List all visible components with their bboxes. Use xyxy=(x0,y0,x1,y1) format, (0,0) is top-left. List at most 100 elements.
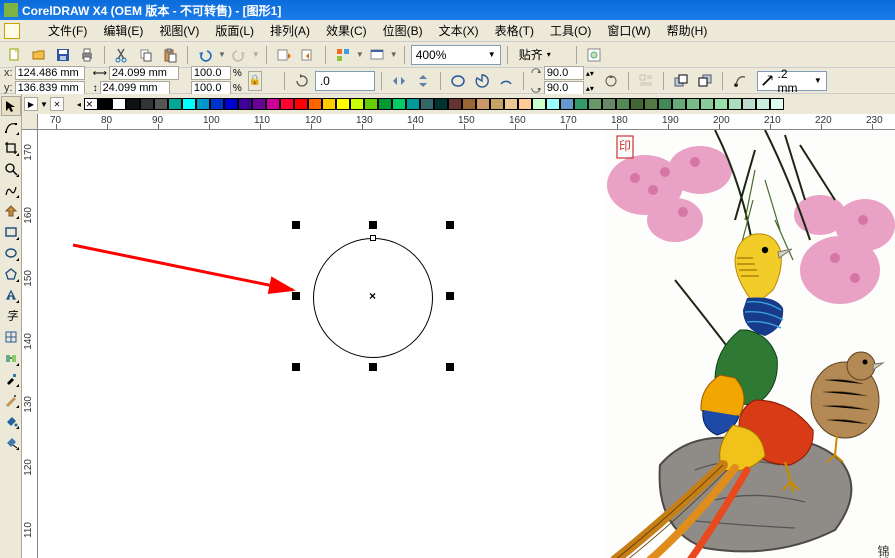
ellipse-tool[interactable] xyxy=(1,243,21,263)
spinner[interactable]: ▴▾ xyxy=(586,69,594,78)
ruler-vertical[interactable]: 110120130140150160170 xyxy=(22,130,38,558)
welcome-button[interactable] xyxy=(366,44,388,66)
redo-dropdown[interactable]: ▼ xyxy=(252,50,260,59)
polygon-tool[interactable] xyxy=(1,264,21,284)
selection-handle-se[interactable] xyxy=(446,363,454,371)
x-position-input[interactable]: 124.486 mm xyxy=(15,66,85,80)
swatch-color[interactable] xyxy=(644,98,658,110)
swatch-color[interactable] xyxy=(546,98,560,110)
ellipse-node[interactable] xyxy=(370,235,376,241)
outline-width-select[interactable]: .2 mm ▼ xyxy=(757,71,827,91)
eyedropper-tool[interactable] xyxy=(1,369,21,389)
swatch-color[interactable] xyxy=(308,98,322,110)
zoom-dropdown[interactable]: 400% ▼ xyxy=(411,45,501,65)
new-button[interactable] xyxy=(4,44,26,66)
lock-aspect-button[interactable]: 🔒 xyxy=(248,71,262,91)
export-button[interactable] xyxy=(297,44,319,66)
swatch-color[interactable] xyxy=(560,98,574,110)
mirror-horizontal-button[interactable] xyxy=(388,70,410,92)
swatch-color[interactable] xyxy=(448,98,462,110)
freehand-tool[interactable] xyxy=(1,180,21,200)
wrap-text-button[interactable] xyxy=(635,70,657,92)
save-button[interactable] xyxy=(52,44,74,66)
pie-icon[interactable] xyxy=(471,70,493,92)
fill-tool[interactable] xyxy=(1,411,21,431)
swatch-color[interactable] xyxy=(770,98,784,110)
smart-fill-tool[interactable] xyxy=(1,201,21,221)
swatch-color[interactable] xyxy=(742,98,756,110)
menu-edit[interactable]: 编辑(E) xyxy=(95,20,151,41)
menu-view[interactable]: 视图(V) xyxy=(151,20,207,41)
menu-window[interactable]: 窗口(W) xyxy=(599,20,658,41)
selection-handle-s[interactable] xyxy=(369,363,377,371)
text-tool[interactable]: 字 xyxy=(1,306,21,326)
direction-button[interactable] xyxy=(600,70,622,92)
arc-icon[interactable] xyxy=(495,70,517,92)
swatch-color[interactable] xyxy=(168,98,182,110)
swatch-color[interactable] xyxy=(490,98,504,110)
swatch-color[interactable] xyxy=(728,98,742,110)
welcome-dropdown[interactable]: ▼ xyxy=(390,50,398,59)
swatch-color[interactable] xyxy=(714,98,728,110)
ellipse-icon[interactable] xyxy=(447,70,469,92)
swatch-color[interactable] xyxy=(420,98,434,110)
to-front-button[interactable] xyxy=(670,70,692,92)
menu-table[interactable]: 表格(T) xyxy=(487,20,542,41)
swatch-color[interactable] xyxy=(224,98,238,110)
swatch-color[interactable] xyxy=(266,98,280,110)
selection-handle-ne[interactable] xyxy=(446,221,454,229)
menu-effects[interactable]: 效果(C) xyxy=(318,20,375,41)
import-button[interactable] xyxy=(273,44,295,66)
crop-tool[interactable] xyxy=(1,138,21,158)
rectangle-tool[interactable] xyxy=(1,222,21,242)
canvas[interactable]: 110120130140150160170 × xyxy=(22,130,895,558)
swatch-color[interactable] xyxy=(126,98,140,110)
swatch-color[interactable] xyxy=(462,98,476,110)
selection-handle-w[interactable] xyxy=(292,292,300,300)
to-back-button[interactable] xyxy=(694,70,716,92)
print-button[interactable] xyxy=(76,44,98,66)
swatch-color[interactable] xyxy=(672,98,686,110)
play-button[interactable]: ▶ xyxy=(24,97,38,111)
open-button[interactable] xyxy=(28,44,50,66)
interactive-fill-tool[interactable] xyxy=(1,432,21,452)
close-doc-button[interactable]: ✕ xyxy=(50,97,64,111)
swatch-color[interactable] xyxy=(238,98,252,110)
selection-center[interactable]: × xyxy=(369,289,376,303)
swatch-color[interactable] xyxy=(616,98,630,110)
undo-dropdown[interactable]: ▼ xyxy=(218,50,226,59)
swatch-color[interactable] xyxy=(98,98,112,110)
interactive-tool[interactable] xyxy=(1,348,21,368)
swatch-color[interactable] xyxy=(252,98,266,110)
nav-dropdown[interactable]: ▼ xyxy=(40,100,48,109)
basic-shapes-tool[interactable] xyxy=(1,285,21,305)
swatch-color[interactable] xyxy=(378,98,392,110)
menu-tools[interactable]: 工具(O) xyxy=(542,20,599,41)
table-tool[interactable] xyxy=(1,327,21,347)
snap-dropdown[interactable]: 贴齐 ▾ xyxy=(514,45,570,65)
selection-handle-e[interactable] xyxy=(446,292,454,300)
selection-handle-nw[interactable] xyxy=(292,221,300,229)
mirror-vertical-button[interactable] xyxy=(412,70,434,92)
swatch-color[interactable] xyxy=(588,98,602,110)
swatch-color[interactable] xyxy=(630,98,644,110)
swatch-color[interactable] xyxy=(504,98,518,110)
pick-tool[interactable] xyxy=(1,96,21,116)
swatch-color[interactable] xyxy=(658,98,672,110)
copy-button[interactable] xyxy=(135,44,157,66)
swatch-color[interactable] xyxy=(532,98,546,110)
swatch-color[interactable] xyxy=(518,98,532,110)
palette-scroll-left[interactable]: ◂ xyxy=(74,98,84,110)
menu-help[interactable]: 帮助(H) xyxy=(659,20,716,41)
paste-button[interactable] xyxy=(159,44,181,66)
selection-handle-n[interactable] xyxy=(369,221,377,229)
menu-text[interactable]: 文本(X) xyxy=(431,20,487,41)
app-launcher-button[interactable] xyxy=(332,44,354,66)
undo-button[interactable] xyxy=(194,44,216,66)
swatch-color[interactable] xyxy=(336,98,350,110)
menu-arrange[interactable]: 排列(A) xyxy=(262,20,318,41)
swatch-color[interactable] xyxy=(350,98,364,110)
swatch-color[interactable] xyxy=(280,98,294,110)
width-input[interactable]: 24.099 mm xyxy=(109,66,179,80)
swatch-color[interactable] xyxy=(294,98,308,110)
